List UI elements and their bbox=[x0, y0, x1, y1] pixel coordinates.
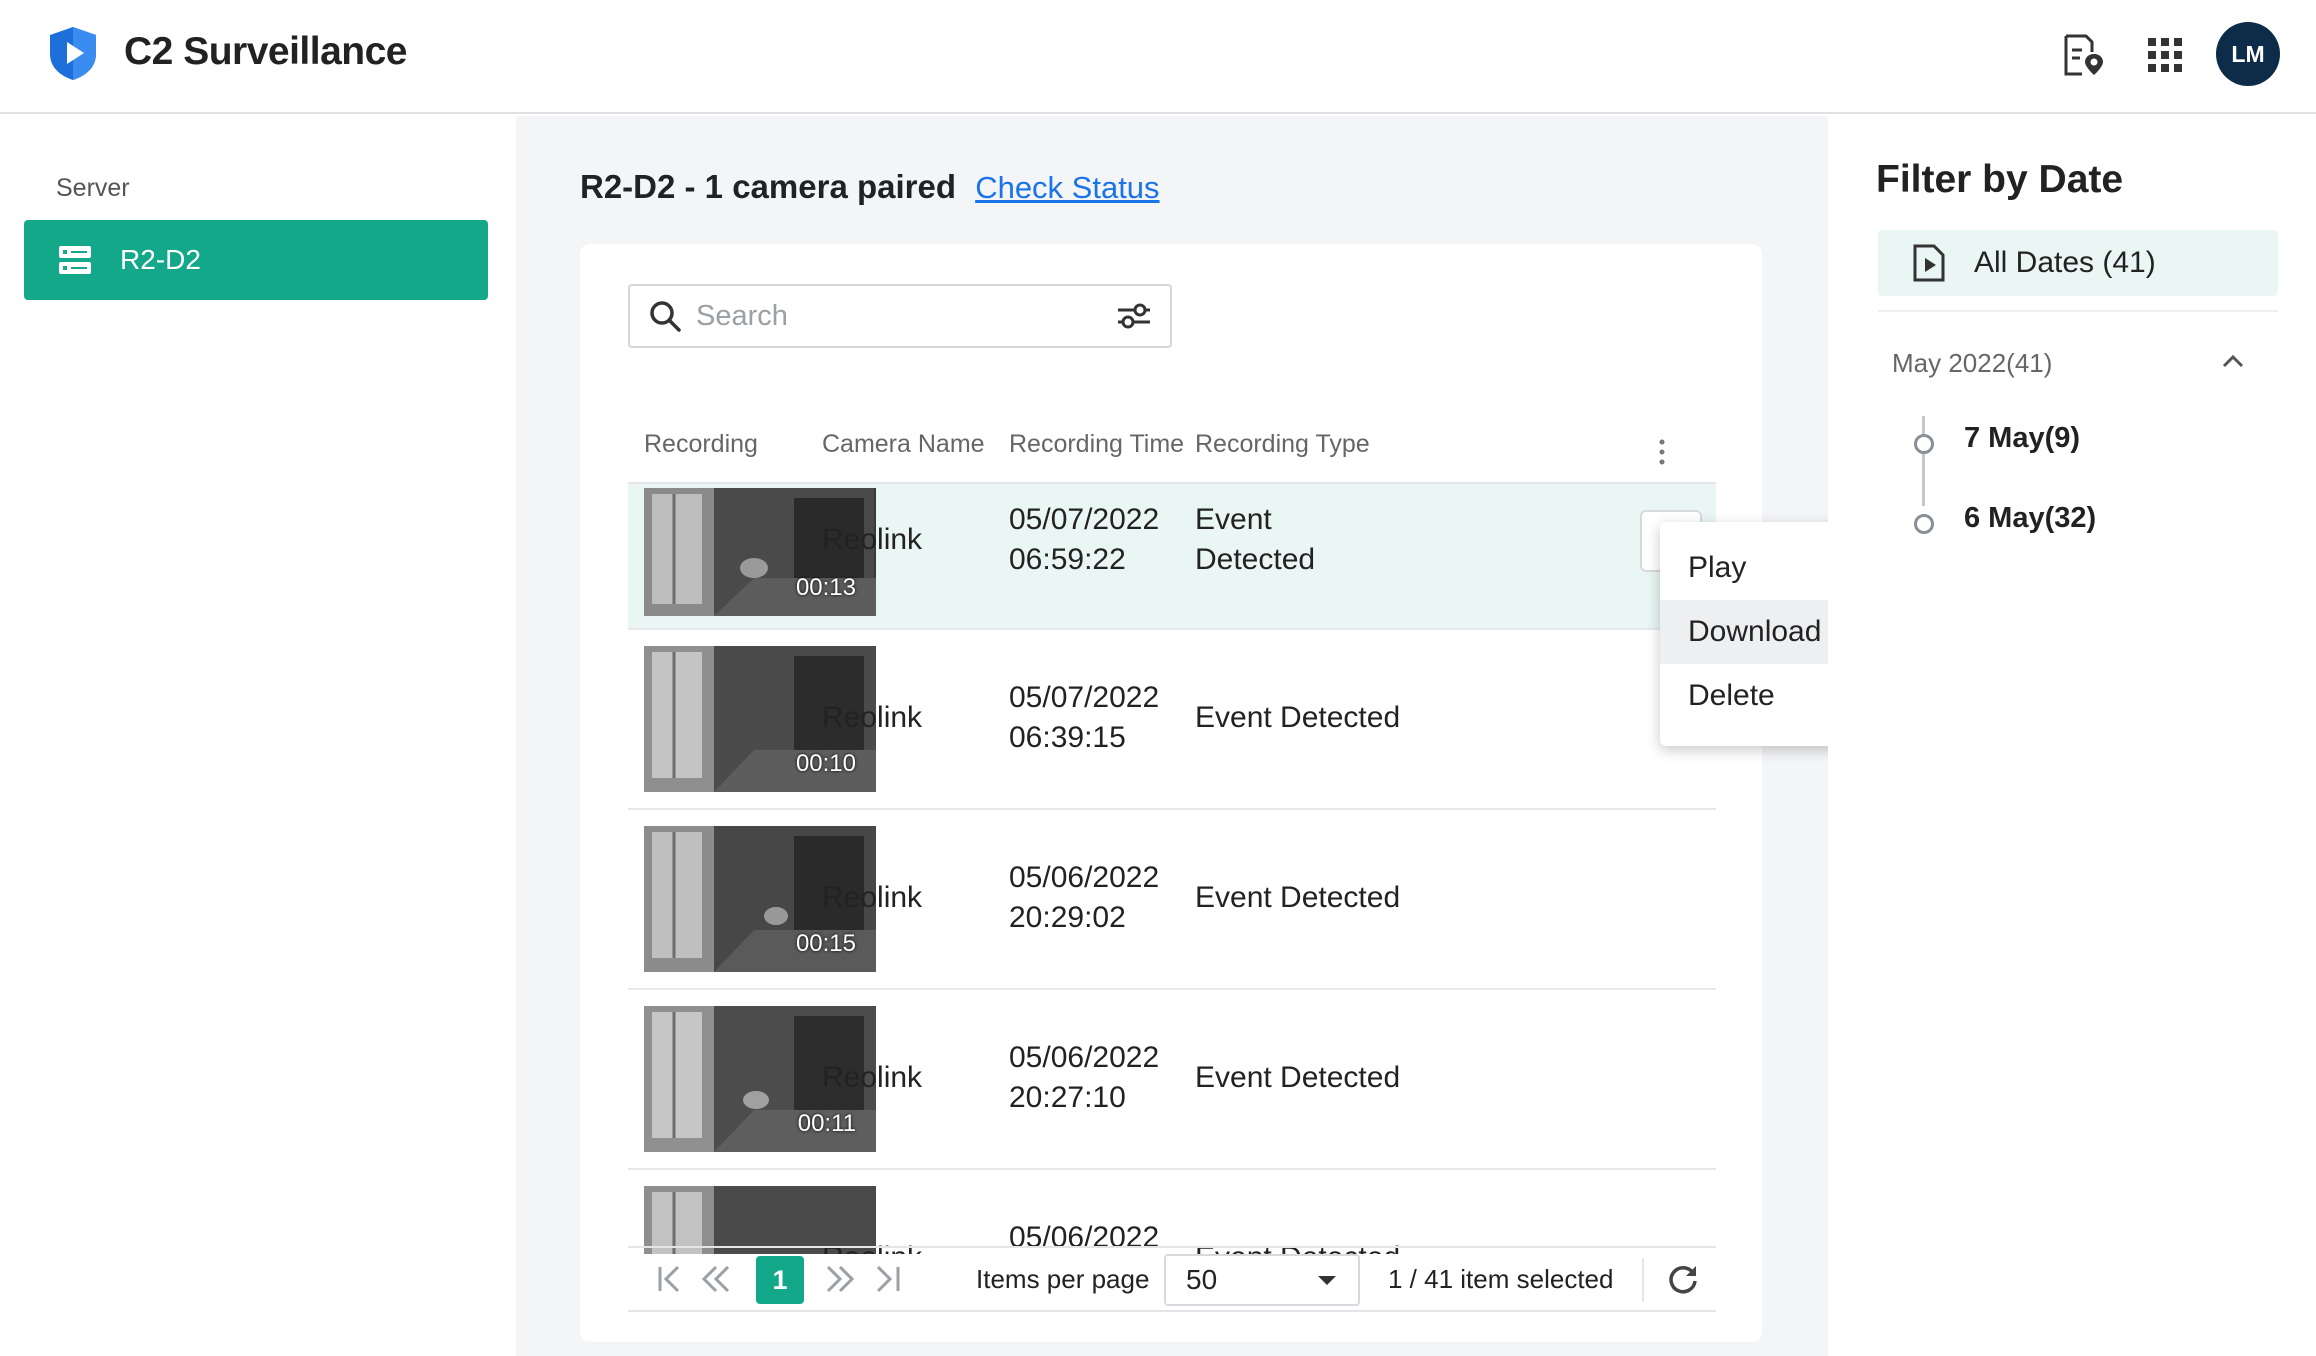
recording-date-cell: 05/07/2022 bbox=[1009, 503, 1160, 536]
pagination-bar: 1 Items per page 50 1 / 41 item selected bbox=[628, 1246, 1716, 1312]
filter-title: Filter by Date bbox=[1876, 158, 2124, 201]
day-item-6-may[interactable]: 6 May(32) bbox=[1964, 502, 2096, 535]
user-avatar[interactable]: LM bbox=[2216, 22, 2280, 86]
caret-down-icon bbox=[1318, 1276, 1336, 1285]
table-row[interactable]: 00:15 Reolink 05/06/2022 20:29:02 Event … bbox=[628, 810, 1716, 990]
items-per-page-value: 50 bbox=[1186, 1264, 1218, 1295]
app-logo-icon bbox=[50, 27, 96, 80]
check-status-link[interactable]: Check Status bbox=[975, 170, 1159, 205]
column-recording-time[interactable]: Recording Time bbox=[1009, 430, 1184, 459]
camera-name-cell: Reolink bbox=[822, 1061, 923, 1094]
selection-count: 1 / 41 item selected bbox=[1388, 1264, 1614, 1294]
recordings-table: Recording Camera Name Recording Time Rec… bbox=[628, 412, 1716, 1254]
recordings-card: Recording Camera Name Recording Time Rec… bbox=[580, 244, 1762, 1342]
all-dates-label: All Dates (41) bbox=[1974, 246, 2156, 279]
divider bbox=[1642, 1258, 1644, 1302]
search-box[interactable] bbox=[628, 284, 1172, 348]
table-row[interactable]: 00:10 Reolink 05/07/2022 06:39:15 Event … bbox=[628, 630, 1716, 810]
table-row[interactable]: 00:13 Reolink 05/07/2022 06:59:22 Event … bbox=[628, 484, 1716, 630]
recording-duration: 00:15 bbox=[795, 930, 856, 957]
recording-type-cell: Event Detected bbox=[1195, 503, 1316, 576]
camera-name-cell: Reolink bbox=[822, 701, 923, 734]
recording-date-cell: 05/06/2022 bbox=[1009, 861, 1160, 894]
search-input[interactable] bbox=[696, 299, 1096, 333]
camera-name-cell: Reolink bbox=[822, 881, 923, 914]
apps-grid-icon[interactable] bbox=[2142, 32, 2188, 78]
column-recording-type[interactable]: Recording Type bbox=[1195, 430, 1370, 459]
server-sidebar: Server R2-D2 bbox=[0, 116, 516, 1356]
recording-duration: 00:13 bbox=[795, 574, 856, 601]
sidebar-item-r2-d2[interactable]: R2-D2 bbox=[24, 220, 488, 300]
video-file-icon bbox=[1913, 244, 1945, 282]
table-header: Recording Camera Name Recording Time Rec… bbox=[628, 412, 1716, 484]
recording-date-cell: 05/06/2022 bbox=[1009, 1041, 1160, 1074]
timeline-dot bbox=[1914, 434, 1934, 454]
file-location-icon[interactable] bbox=[2058, 32, 2104, 78]
recording-type-cell: Event Detected bbox=[1195, 881, 1401, 914]
last-page-icon[interactable] bbox=[872, 1262, 904, 1296]
table-row[interactable]: Reolink 05/06/2022 Event Detected bbox=[628, 1170, 1716, 1254]
recording-time-cell: 06:59:22 bbox=[1009, 543, 1126, 576]
date-filter-panel: Filter by Date All Dates (41) May 2022(4… bbox=[1828, 116, 2316, 1356]
all-dates-item[interactable]: All Dates (41) bbox=[1878, 230, 2278, 296]
items-per-page-label: Items per page bbox=[976, 1264, 1150, 1294]
timeline-line bbox=[1922, 416, 1925, 506]
chevron-up-icon[interactable] bbox=[2220, 348, 2246, 374]
main-content: R2-D2 - 1 camera paired Check Status Rec… bbox=[516, 116, 1828, 1356]
recording-time-cell: 20:27:10 bbox=[1009, 1081, 1126, 1114]
first-page-icon[interactable] bbox=[654, 1262, 686, 1296]
table-body: 00:13 Reolink 05/07/2022 06:59:22 Event … bbox=[628, 484, 1716, 1254]
timeline-dot bbox=[1914, 514, 1934, 534]
recording-duration: 00:11 bbox=[797, 1110, 856, 1137]
top-bar: C2 Surveillance LM bbox=[0, 0, 2316, 114]
search-icon bbox=[650, 301, 681, 332]
previous-pages-icon[interactable] bbox=[700, 1262, 732, 1296]
column-recording[interactable]: Recording bbox=[644, 430, 758, 459]
page-title-text: R2-D2 - 1 camera paired bbox=[580, 168, 957, 205]
recording-time-cell: 06:39:15 bbox=[1009, 721, 1126, 754]
column-options-icon[interactable] bbox=[1658, 438, 1666, 466]
day-item-7-may[interactable]: 7 May(9) bbox=[1964, 422, 2080, 455]
refresh-icon[interactable] bbox=[1666, 1262, 1700, 1296]
server-icon bbox=[59, 246, 91, 274]
next-pages-icon[interactable] bbox=[824, 1262, 856, 1296]
divider bbox=[1878, 310, 2278, 312]
recording-type-cell: Event Detected bbox=[1195, 1061, 1401, 1094]
recording-type-cell: Event Detected bbox=[1195, 701, 1401, 734]
sidebar-heading: Server bbox=[56, 174, 130, 202]
filter-sliders-icon[interactable] bbox=[1116, 300, 1152, 332]
table-row[interactable]: 00:11 Reolink 05/06/2022 20:27:10 Event … bbox=[628, 990, 1716, 1170]
page-title: R2-D2 - 1 camera paired Check Status bbox=[580, 168, 1160, 206]
page-number-current[interactable]: 1 bbox=[756, 1256, 804, 1304]
recording-duration: 00:10 bbox=[795, 750, 856, 777]
month-group-label[interactable]: May 2022(41) bbox=[1892, 348, 2052, 379]
recording-date-cell: 05/07/2022 bbox=[1009, 681, 1160, 714]
app-title: C2 Surveillance bbox=[124, 30, 407, 73]
sidebar-item-label: R2-D2 bbox=[120, 244, 201, 275]
items-per-page-select[interactable]: 50 bbox=[1164, 1254, 1360, 1306]
column-camera-name[interactable]: Camera Name bbox=[822, 430, 985, 459]
camera-name-cell: Reolink bbox=[822, 523, 923, 556]
recording-time-cell: 20:29:02 bbox=[1009, 901, 1126, 934]
